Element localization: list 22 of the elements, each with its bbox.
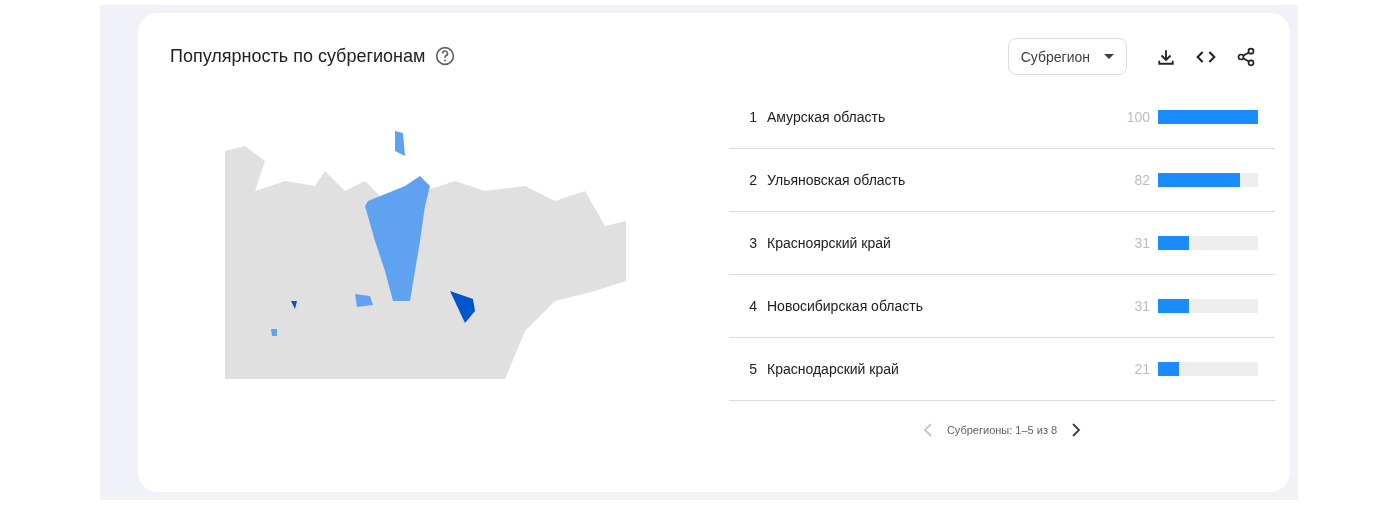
region-name: Краснодарский край — [767, 361, 900, 377]
region-name: Ульяновская область — [767, 172, 907, 188]
rank-number: 5 — [749, 361, 758, 377]
caret-icon — [1104, 54, 1114, 59]
rank-number: 4 — [749, 298, 758, 314]
region-value: 21 — [1133, 361, 1151, 377]
rank-number: 2 — [749, 172, 758, 188]
section-title: Популярность по субрегионам — [170, 45, 426, 67]
pagination-label: Субрегионы: 1–5 из 8 — [946, 424, 1058, 436]
share-icon[interactable] — [1235, 45, 1257, 68]
region-value: 31 — [1133, 298, 1151, 314]
subregion-dropdown[interactable]: Субрегион — [1007, 38, 1127, 75]
region-name: Красноярский край — [767, 235, 892, 251]
next-page-button[interactable] — [1071, 423, 1082, 437]
region-value: 31 — [1133, 235, 1151, 251]
rank-number: 1 — [749, 109, 758, 125]
region-name: Амурская область — [767, 109, 887, 125]
region-value: 82 — [1133, 172, 1151, 188]
help-icon[interactable] — [435, 46, 456, 66]
rank-number: 3 — [749, 235, 758, 251]
region-name: Новосибирская область — [767, 298, 924, 314]
region-value: 100 — [1125, 109, 1151, 125]
